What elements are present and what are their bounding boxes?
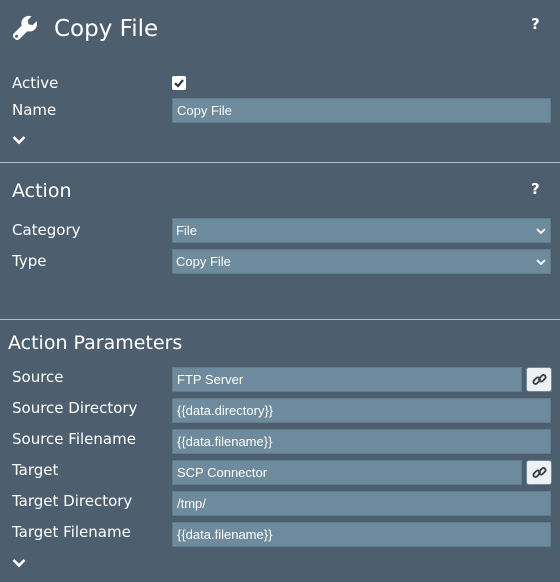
help-question-icon[interactable]: ? (531, 181, 540, 197)
target-directory-input[interactable]: /tmp/ (172, 491, 551, 516)
source-filename-input[interactable]: {{data.filename}} (172, 429, 551, 454)
category-label: Category (12, 221, 81, 239)
wrench-icon (12, 15, 37, 41)
source-directory-label: Source Directory (12, 399, 138, 417)
section-divider (0, 319, 560, 320)
type-label: Type (12, 252, 47, 270)
type-select[interactable]: Copy File (172, 249, 551, 274)
source-label: Source (12, 368, 64, 386)
source-filename-label: Source Filename (12, 430, 136, 448)
active-label: Active (12, 74, 59, 92)
target-filename-label: Target Filename (12, 523, 131, 541)
action-section-title: Action (12, 180, 72, 202)
category-select[interactable]: File (172, 218, 551, 243)
page-title: Copy File (54, 16, 159, 42)
chevron-down-icon[interactable] (12, 135, 26, 145)
source-directory-input[interactable]: {{data.directory}} (172, 398, 551, 423)
target-directory-label: Target Directory (12, 492, 133, 510)
target-input[interactable]: SCP Connector (172, 460, 522, 485)
chevron-down-icon[interactable] (12, 558, 26, 568)
chevron-down-icon (536, 228, 546, 235)
panel-header: Copy File ? (0, 0, 560, 60)
action-parameters-title: Action Parameters (8, 332, 183, 354)
source-link-button[interactable] (526, 367, 552, 392)
link-icon (532, 374, 547, 385)
name-label: Name (12, 101, 57, 119)
source-input[interactable]: FTP Server (172, 367, 522, 392)
chevron-down-icon (536, 259, 546, 266)
target-link-button[interactable] (526, 460, 552, 485)
target-label: Target (12, 461, 59, 479)
section-divider (0, 162, 560, 163)
checkmark-icon (174, 79, 184, 88)
target-filename-input[interactable]: {{data.filename}} (172, 522, 551, 547)
type-select-value: Copy File (176, 254, 231, 269)
help-question-icon[interactable]: ? (531, 16, 540, 32)
category-select-value: File (176, 223, 197, 238)
active-checkbox[interactable] (172, 76, 186, 90)
name-input[interactable]: Copy File (172, 98, 551, 123)
link-icon (532, 467, 547, 478)
